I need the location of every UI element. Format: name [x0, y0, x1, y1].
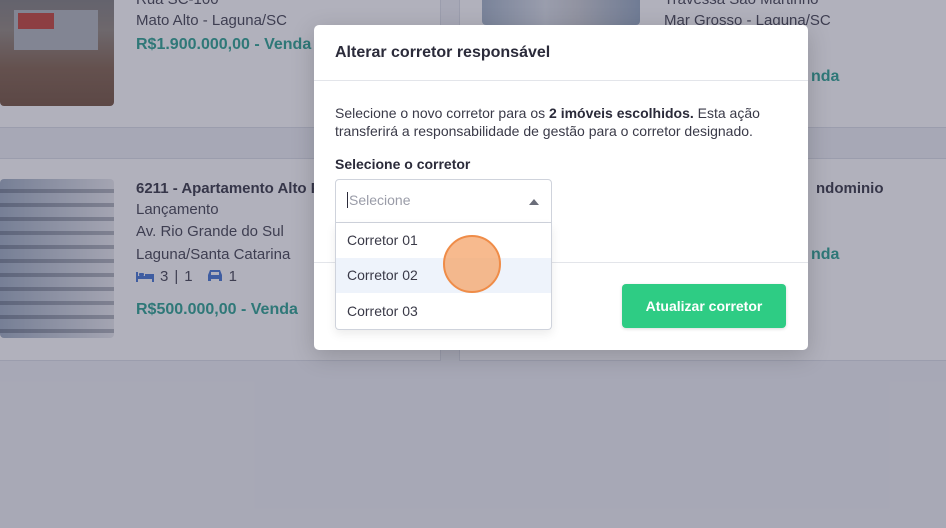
broker-select-input[interactable]: Selecione — [347, 192, 411, 208]
modal-divider — [314, 80, 808, 81]
broker-dropdown-menu: Corretor 01 Corretor 02 Corretor 03 — [335, 223, 552, 330]
broker-select[interactable]: Selecione — [335, 179, 552, 223]
caret-up-icon[interactable] — [529, 199, 539, 205]
selected-count-text: 2 imóveis escolhidos. — [549, 105, 694, 121]
modal-description: Selecione o novo corretor para os 2 imóv… — [335, 104, 795, 140]
broker-select-label: Selecione o corretor — [335, 156, 471, 172]
update-broker-button[interactable]: Atualizar corretor — [622, 284, 786, 328]
modal-title: Alterar corretor responsável — [335, 44, 551, 61]
broker-option[interactable]: Corretor 03 — [336, 294, 551, 329]
click-indicator — [443, 235, 501, 293]
description-text: Selecione o novo corretor para os — [335, 105, 550, 121]
broker-option[interactable]: Corretor 01 — [336, 223, 551, 258]
